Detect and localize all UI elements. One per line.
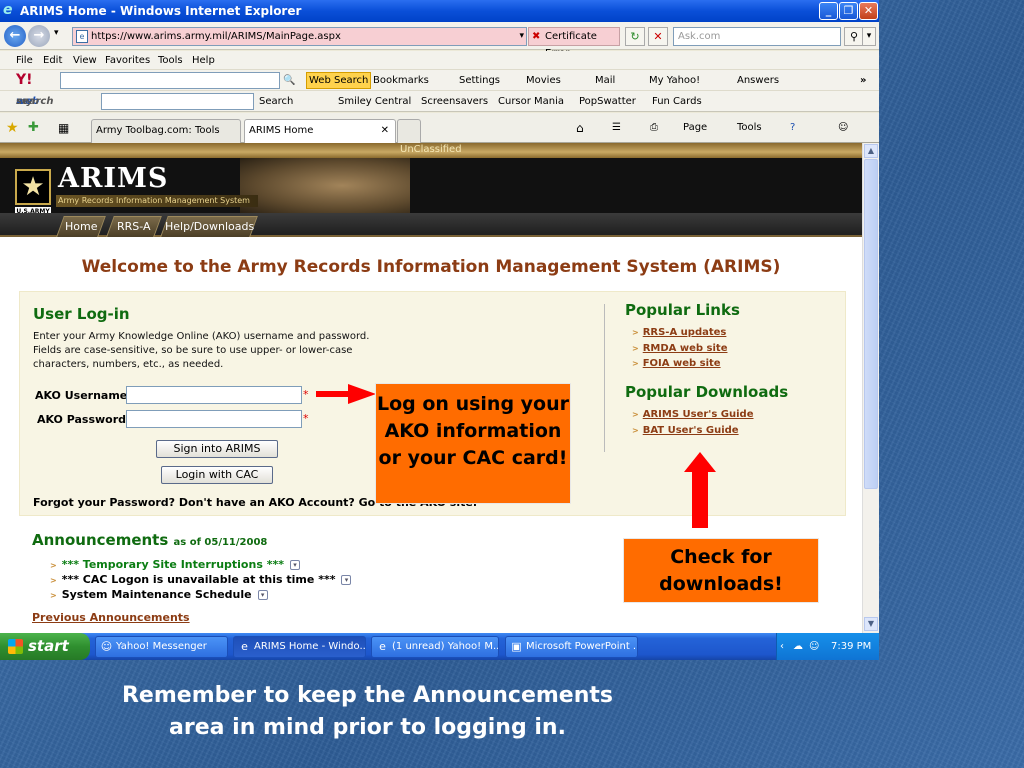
downloads-callout: Check for downloads! — [623, 538, 819, 603]
arrow-to-login — [316, 384, 376, 404]
login-callout: Log on using your AKO information or you… — [375, 383, 571, 504]
arrow-to-downloads — [684, 452, 716, 528]
slide-caption: Remember to keep the Announcements area … — [121, 683, 613, 740]
slide: { "window": { "title": "ARIMS Home - Win… — [0, 0, 1024, 768]
